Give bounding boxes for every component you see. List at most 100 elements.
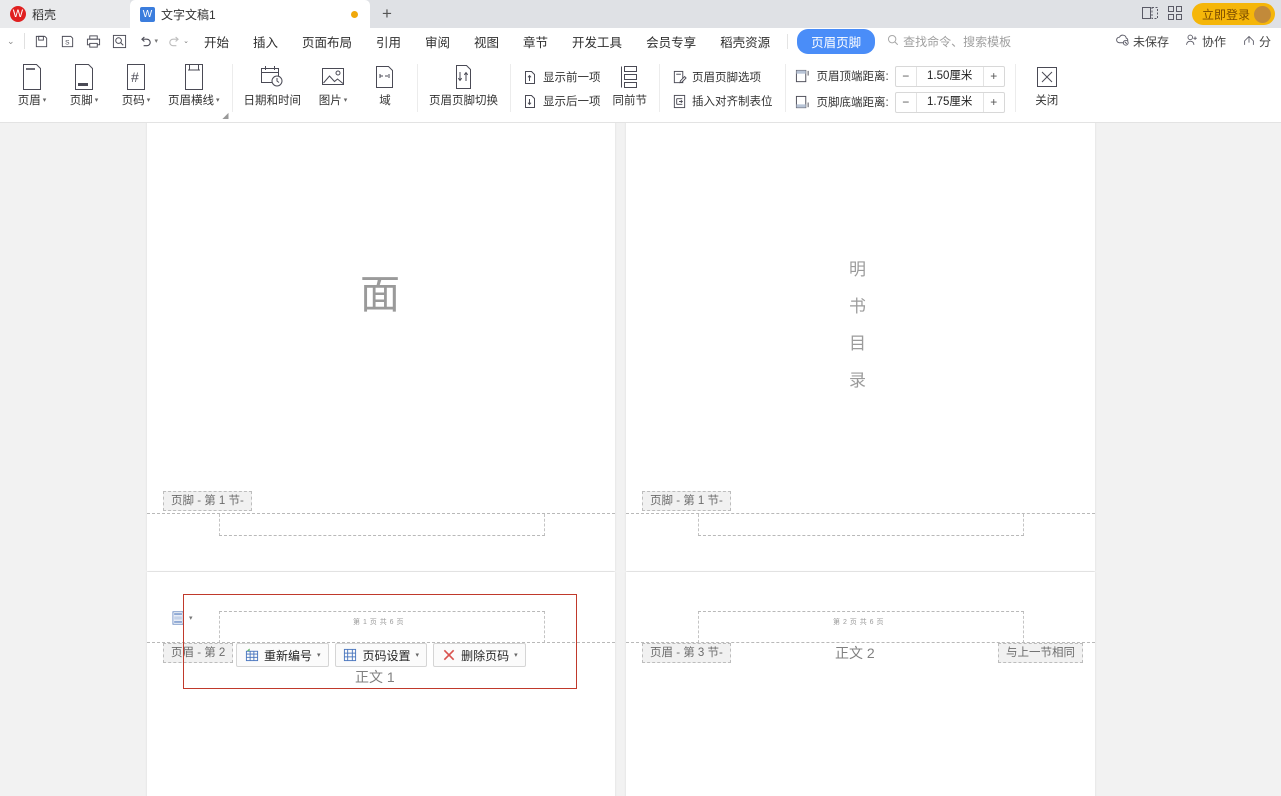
tab-sections[interactable]: 章节 [511, 29, 560, 54]
collaborate-button[interactable]: 协作 [1179, 33, 1232, 50]
cloud-unsaved-status[interactable]: 未保存 [1109, 33, 1175, 50]
footer-bottom-distance-row: 页脚底端距离: − 1.75厘米 + [791, 89, 1009, 115]
chevron-down-icon[interactable]: ▾ [514, 651, 518, 659]
tab-label: 文字文稿1 [161, 6, 216, 23]
tab-docer-resources[interactable]: 稻壳资源 [708, 29, 782, 54]
show-previous-icon [522, 69, 538, 85]
page-4[interactable] [626, 572, 1095, 796]
vertical-char: 录 [849, 362, 866, 399]
new-tab-button[interactable]: + [370, 0, 404, 28]
ribbon-group-insert: 日期和时间 图片▾ 域 [232, 56, 418, 122]
field-button-label: 域 [379, 92, 391, 108]
footer-margin-right [544, 514, 545, 536]
insert-tab-stop-button[interactable]: 插入对齐制表位 [665, 89, 779, 113]
options-stack: 页眉页脚选项 插入对齐制表位 [665, 56, 779, 118]
insert-tab-stop-label: 插入对齐制表位 [692, 93, 773, 109]
title-bar-tools: 立即登录 [1142, 0, 1281, 28]
document-icon: W [140, 7, 155, 22]
ribbon-group-navigate: 显示前一项 显示后一项 同前节 [510, 56, 659, 122]
footer-button[interactable]: 页脚▾ [58, 56, 110, 118]
decrement-button[interactable]: − [896, 93, 916, 112]
collapse-icon[interactable]: ⌄ [2, 36, 20, 47]
delete-page-number-button[interactable]: 删除页码 ▾ [433, 643, 526, 667]
tab-member-exclusive[interactable]: 会员专享 [634, 29, 708, 54]
print-icon[interactable] [81, 29, 107, 53]
tab-review[interactable]: 审阅 [413, 29, 462, 54]
ribbon-group-options: 页眉页脚选项 插入对齐制表位 [659, 56, 785, 122]
vertical-char: 明 [849, 251, 866, 288]
tab-insert[interactable]: 插入 [241, 29, 290, 54]
footer-tag-page-1: 页脚 - 第 1 节- [163, 491, 252, 511]
page-layout-icon[interactable] [1142, 7, 1158, 22]
header-tag-page-3: 页眉 - 第 2 [163, 643, 233, 663]
tab-developer-tools[interactable]: 开发工具 [560, 29, 634, 54]
tab-view[interactable]: 视图 [462, 29, 511, 54]
close-header-footer-button[interactable]: 关闭 [1021, 56, 1073, 118]
footer-bottom-line [698, 535, 1024, 536]
share-icon [1242, 33, 1256, 50]
search-icon [887, 34, 899, 49]
chevron-down-icon[interactable]: ▾ [189, 614, 193, 622]
show-previous-button[interactable]: 显示前一项 [516, 65, 607, 89]
chevron-down-icon: ▾ [43, 96, 47, 104]
footer-bottom-distance-value[interactable]: 1.75厘米 [916, 93, 984, 112]
page-3-header-footer-switch-icon[interactable]: ▾ [172, 611, 193, 625]
date-time-button[interactable]: 日期和时间 [238, 56, 308, 118]
tab-page-layout[interactable]: 页面布局 [290, 29, 364, 54]
header-footer-switch-button[interactable]: 页眉页脚切换 [423, 56, 504, 118]
wps-petal-icon: W [10, 6, 26, 22]
tab-header-footer[interactable]: 页眉页脚 [797, 29, 875, 54]
grid-apps-icon[interactable] [1168, 6, 1182, 22]
tab-start[interactable]: 开始 [192, 29, 241, 54]
picture-icon [320, 62, 346, 92]
picture-button[interactable]: 图片▾ [307, 56, 359, 118]
header-footer-switch-icon [452, 62, 476, 92]
header-rule-button[interactable]: 页眉横线▾ [162, 56, 226, 118]
save-icon[interactable] [29, 29, 55, 53]
collaborate-icon [1185, 33, 1199, 50]
login-button[interactable]: 立即登录 [1192, 3, 1275, 25]
calendar-clock-icon [259, 62, 285, 92]
page-4-page-number: 第 2 页 共 6 页 [833, 617, 884, 627]
document-canvas[interactable]: 面 明 书 目 录 页脚 - 第 1 节- 页脚 - 第 1 节- 第 1 页 … [0, 123, 1281, 796]
print-preview-icon[interactable] [107, 29, 133, 53]
chevron-down-icon[interactable]: ▾ [317, 651, 321, 659]
show-previous-label: 显示前一项 [543, 69, 601, 85]
customize-quick-access-icon[interactable]: ⌄ [183, 37, 192, 45]
link-to-previous-button[interactable]: 同前节 [607, 56, 654, 118]
renumber-icon [244, 648, 259, 663]
increment-button[interactable]: + [984, 67, 1004, 86]
tab-references[interactable]: 引用 [364, 29, 413, 54]
page-number-settings-button[interactable]: 页码设置 ▾ [335, 643, 428, 667]
save-as-icon[interactable]: S [55, 29, 81, 53]
svg-text:#: # [131, 69, 139, 85]
share-button[interactable]: 分 [1236, 33, 1277, 50]
footer-bottom-distance-stepper[interactable]: − 1.75厘米 + [895, 92, 1005, 113]
dialog-launcher-icon[interactable]: ◢ [222, 111, 228, 120]
page-number-float-toolbar: 重新编号 ▾ 页码设置 ▾ 删除页码 ▾ [236, 642, 526, 668]
increment-button[interactable]: + [984, 93, 1004, 112]
tab-docer[interactable]: W 稻壳 [0, 0, 130, 28]
tab-document-1[interactable]: W 文字文稿1 [130, 0, 370, 28]
header-button[interactable]: 页眉▾ [6, 56, 58, 118]
show-next-button[interactable]: 显示后一项 [516, 89, 607, 113]
header-top-distance-value[interactable]: 1.50厘米 [916, 67, 984, 86]
header-footer-options-button[interactable]: 页眉页脚选项 [665, 65, 779, 89]
page-number-button-label: 页码 [122, 92, 145, 108]
header-footer-options-label: 页眉页脚选项 [692, 69, 761, 85]
header-top-distance-stepper[interactable]: − 1.50厘米 + [895, 66, 1005, 87]
footer-button-label: 页脚 [70, 92, 93, 108]
chevron-down-icon[interactable]: ▾ [416, 651, 420, 659]
decrement-button[interactable]: − [896, 67, 916, 86]
footer-boundary-line [626, 513, 1095, 514]
search-placeholder: 查找命令、搜索模板 [903, 33, 1011, 50]
title-bar: W 稻壳 W 文字文稿1 + 立即登录 [0, 0, 1281, 28]
avatar [1254, 6, 1271, 23]
header-margin-right [1023, 611, 1024, 643]
cloud-unsaved-label: 未保存 [1133, 33, 1169, 50]
page-number-button[interactable]: # 页码▾ [110, 56, 162, 118]
ribbon-group-switch: 页眉页脚切换 [417, 56, 510, 122]
renumber-button[interactable]: 重新编号 ▾ [236, 643, 329, 667]
field-button[interactable]: 域 [359, 56, 411, 118]
search-input[interactable]: 查找命令、搜索模板 [887, 33, 1011, 50]
